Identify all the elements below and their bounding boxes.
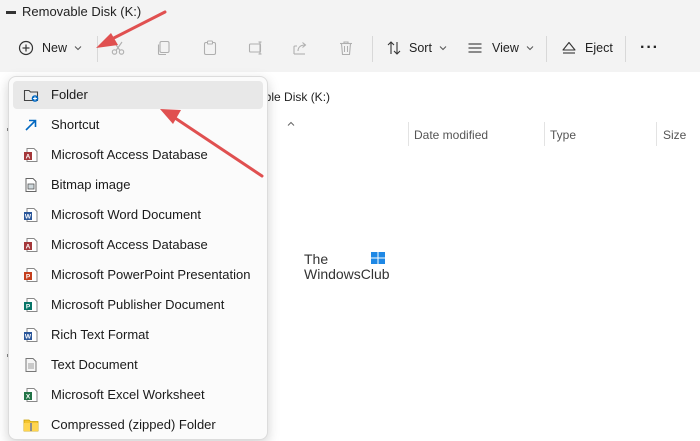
annotation-arrow-to-new	[96, 10, 167, 48]
annotation-overlay	[96, 10, 264, 178]
annotation-arrow-to-folder	[160, 109, 264, 178]
